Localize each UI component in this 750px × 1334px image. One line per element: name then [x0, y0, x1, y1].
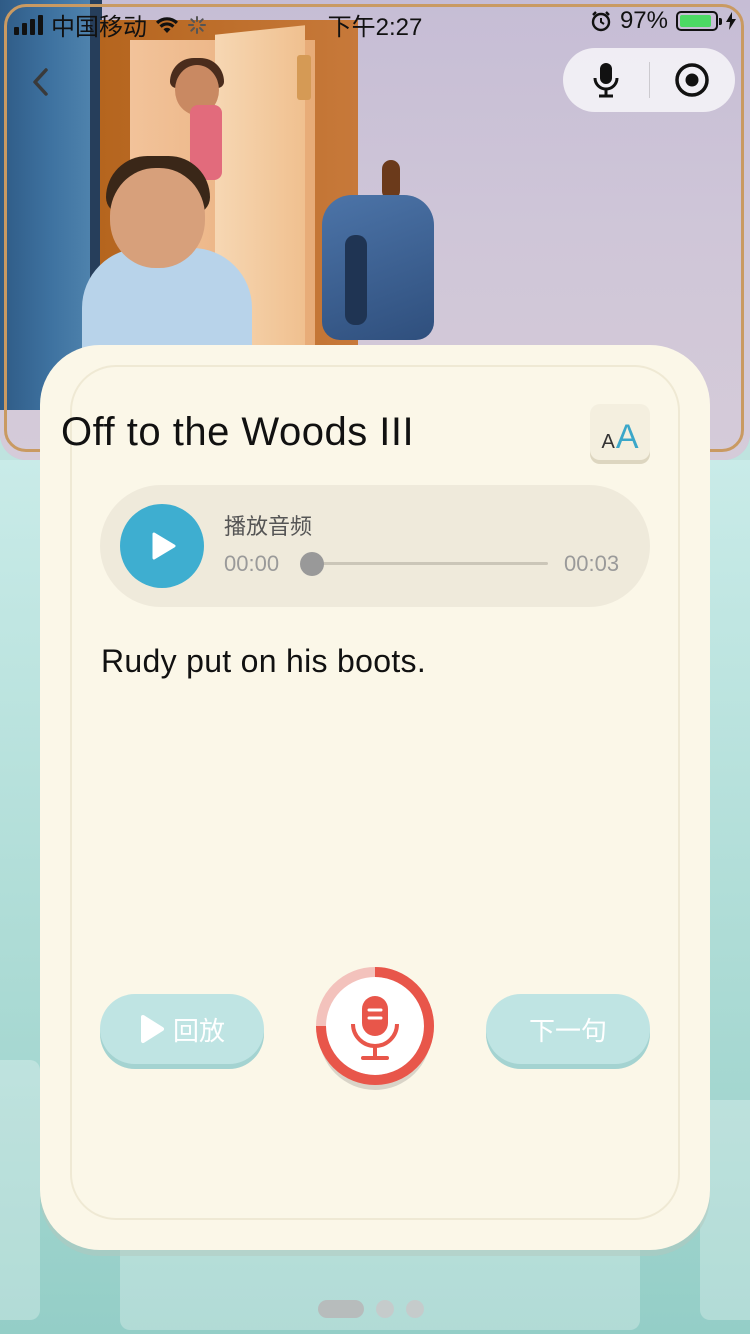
next-sentence-label: 下一句	[528, 1015, 607, 1046]
duration: 00:03	[564, 551, 620, 576]
battery-percent: 97%	[619, 7, 668, 34]
page-dot	[376, 1300, 394, 1318]
charging-icon	[726, 12, 736, 30]
page-dot	[406, 1300, 424, 1318]
play-icon	[140, 1015, 164, 1043]
mini-program-capsule	[563, 48, 735, 112]
record-button[interactable]	[313, 967, 437, 1092]
play-button[interactable]	[120, 504, 204, 588]
font-size-button[interactable]: A A	[590, 404, 650, 460]
backpack	[322, 195, 434, 340]
boy-head	[110, 168, 205, 268]
status-bar: 中国移动 下午2:27 97%	[0, 0, 750, 41]
progress-track[interactable]	[312, 562, 548, 565]
replay-label: 回放	[172, 1015, 225, 1046]
current-time: 00:00	[224, 551, 280, 576]
progress-knob[interactable]	[300, 552, 324, 576]
coat-hook	[382, 160, 400, 200]
capsule-close-button[interactable]	[650, 48, 736, 112]
font-size-icon-large: A	[615, 418, 639, 456]
play-icon	[152, 532, 176, 560]
capsule-mic-button[interactable]	[563, 48, 649, 112]
back-icon[interactable]	[26, 62, 56, 102]
audio-player: 播放音频 00:00 00:03	[100, 485, 650, 607]
audio-label: 播放音频	[224, 514, 313, 539]
battery-icon	[676, 11, 722, 31]
sentence-text: Rudy put on his boots.	[101, 643, 427, 679]
next-sentence-button[interactable]: 下一句	[486, 994, 650, 1064]
microphone-icon	[593, 63, 619, 98]
lesson-title: Off to the Woods III	[61, 410, 415, 454]
backpack-strap	[345, 235, 367, 325]
page-dot	[318, 1300, 364, 1318]
alarm-icon	[591, 11, 611, 32]
record-mic-icon	[316, 967, 434, 1085]
replay-button[interactable]: 回放	[100, 994, 264, 1064]
bg-decoration	[0, 1060, 40, 1320]
font-size-icon-small: A	[601, 431, 615, 453]
lesson-card	[40, 345, 710, 1250]
page-indicator	[318, 1300, 424, 1318]
door-hinge	[297, 55, 311, 100]
record-target-icon	[675, 63, 709, 97]
